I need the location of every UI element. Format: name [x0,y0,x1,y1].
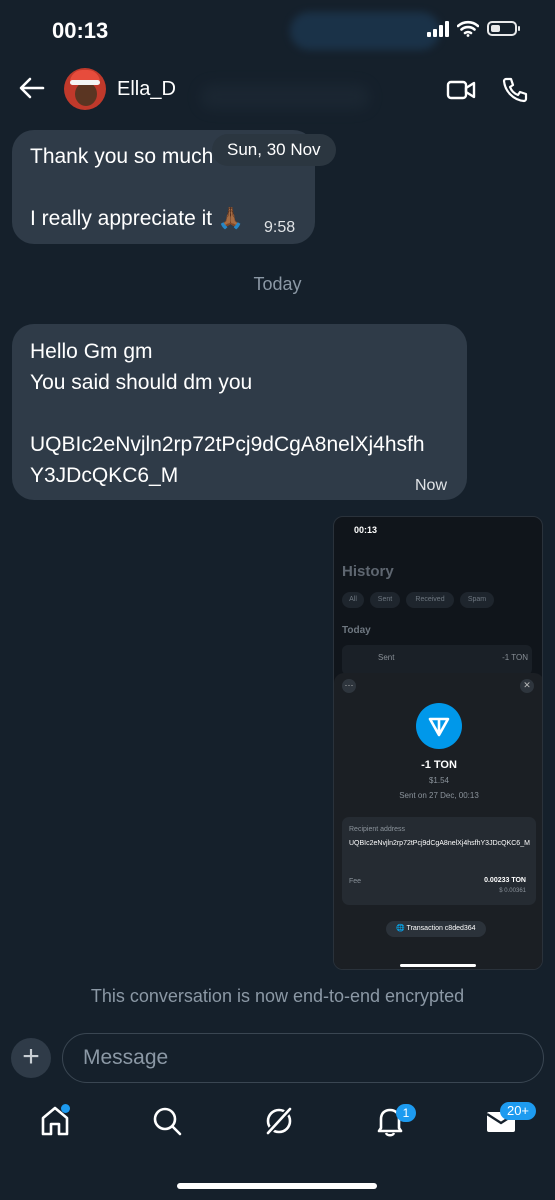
add-media-button[interactable]: + [11,1038,51,1078]
attachment-filter-chip: All [342,592,364,608]
messages-badge: 20+ [500,1102,536,1120]
received-message-bubble[interactable]: Hello Gm gm You said should dm you UQBIc… [12,324,467,500]
contact-name[interactable]: Ella_D [117,78,176,101]
attachment-filter-chip: Sent [370,592,400,608]
message-text: Y3JDcQKC6_M [30,464,179,487]
blurred-notification-pill [290,12,440,50]
blurred-header-overlay [200,84,370,110]
home-indicator [177,1183,377,1189]
message-text: Hello Gm gm [30,340,153,363]
attachment-recipient-address: UQBIc2eNvjln2rp72tPcj9dCgA8nelXj4hsfhY3J… [349,840,530,847]
message-text: I really appreciate it 🙏🏾 [30,207,245,230]
sent-image-attachment[interactable]: 00:13 History All Sent Received Spam Tod… [333,516,543,970]
attachment-fee-usd: $ 0.00361 [499,888,526,894]
attachment-amount: -1 TON [421,759,457,771]
encryption-notice: This conversation is now end-to-end encr… [90,986,465,1006]
attachment-section-label: Today [342,625,371,636]
attachment-sent-date: Sent on 27 Dec, 00:13 [399,791,479,800]
status-icons [427,20,520,37]
wifi-icon [457,20,479,37]
today-divider: Today [253,274,302,294]
more-icon: ··· [342,679,356,693]
message-text: You said should dm you [30,371,253,394]
battery-icon [487,21,520,36]
home-unread-dot [61,1104,70,1113]
attachment-transaction-pill: 🌐 Transaction c8ded364 [386,921,486,937]
attachment-home-indicator [400,964,476,967]
attachment-filter-chip: Received [406,592,454,608]
close-icon: ✕ [520,679,534,693]
attachment-status-time: 00:13 [354,525,378,535]
notifications-badge: 1 [396,1104,416,1122]
globe-icon: 🌐 [396,925,405,932]
status-time: 00:13 [52,18,109,43]
attachment-row-label: Sent [378,653,395,662]
message-input[interactable] [62,1033,544,1083]
attachment-filter-chip: Spam [460,592,494,608]
message-timestamp: Now [414,477,447,494]
attachment-history-title: History [342,563,394,580]
attachment-usd: $1.54 [428,776,450,785]
attachment-transaction-label: Transaction c8ded364 [406,925,476,932]
message-text: UQBIc2eNvjln2rp72tPcj9dCgA8nelXj4hsfh [30,433,425,456]
attachment-recipient-label: Recipient address [349,826,406,833]
attachment-row-amount: -1 TON [502,653,528,662]
date-divider: Sun, 30 Nov [212,134,336,166]
back-arrow-icon[interactable] [18,74,46,102]
attachment-fee-value: 0.00233 TON [484,877,526,884]
ton-logo-icon [416,703,462,749]
video-call-icon[interactable] [446,76,476,104]
avatar[interactable] [64,68,106,110]
search-icon[interactable] [150,1104,184,1138]
grok-icon[interactable] [262,1104,296,1138]
message-timestamp: 9:58 [264,219,296,236]
message-text: Thank you so much [30,145,214,168]
phone-call-icon[interactable] [500,76,530,104]
signal-icon [427,20,449,37]
attachment-fee-label: Fee [349,878,362,885]
